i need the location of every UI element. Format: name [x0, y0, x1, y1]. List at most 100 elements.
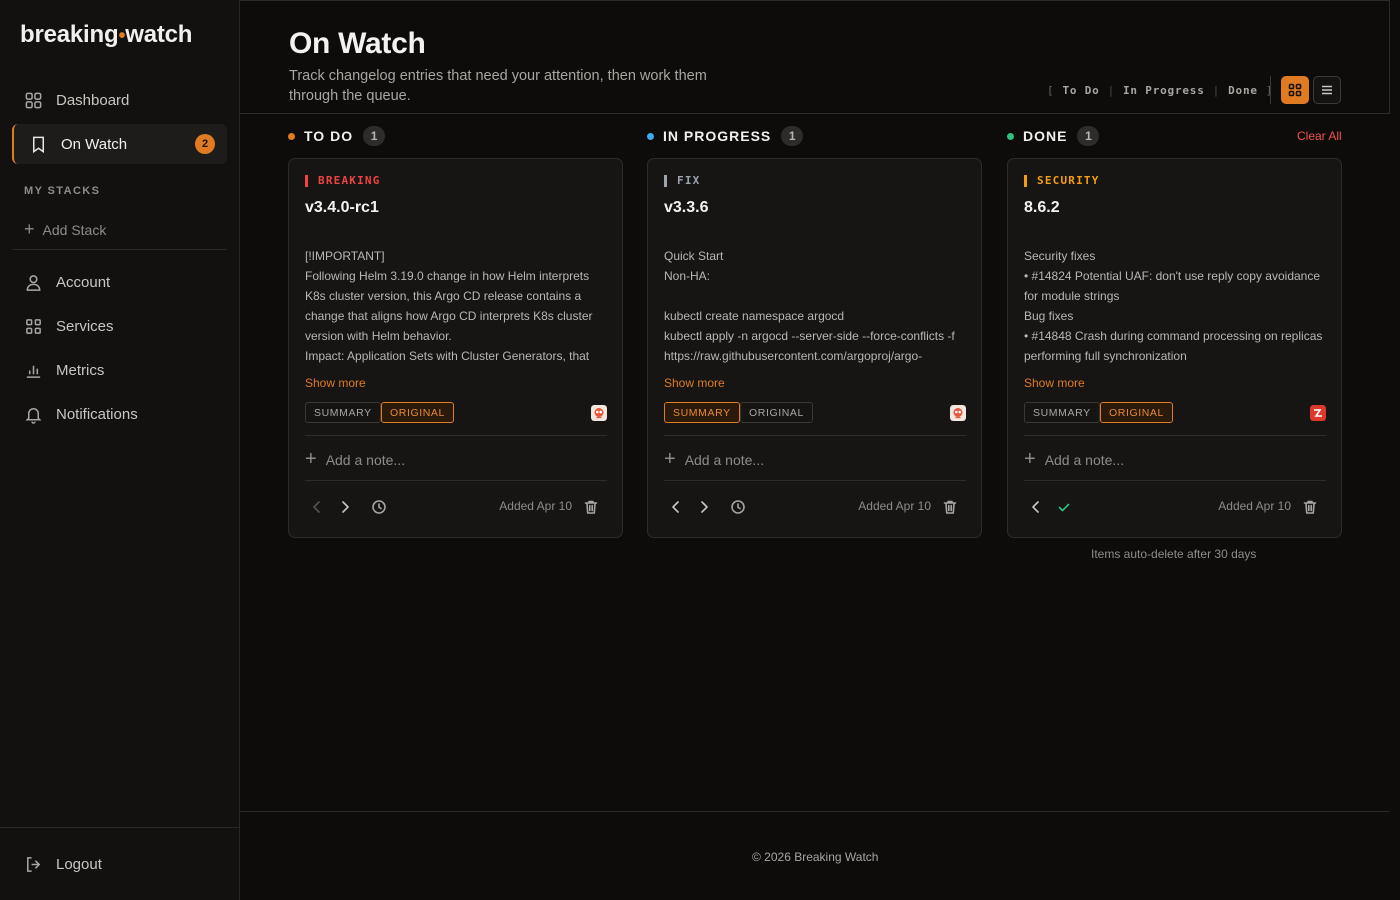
card-divider: [1024, 480, 1326, 481]
trash-icon[interactable]: [942, 499, 958, 515]
sidebar-divider: [12, 249, 227, 250]
column-count: 1: [363, 126, 386, 146]
category-tag: SECURITY: [1024, 175, 1100, 187]
list-view-button[interactable]: [1313, 76, 1341, 104]
release-version: 8.6.2: [1024, 199, 1060, 216]
added-date: Added Apr 10: [499, 499, 572, 513]
check-icon: [1056, 499, 1072, 515]
original-toggle[interactable]: ORIGINAL: [381, 402, 454, 423]
bookmark-icon: [32, 136, 45, 153]
redis-icon: [1310, 405, 1326, 421]
column-header-done: DONE 1: [1007, 126, 1100, 146]
page-description: Track changelog entries that need your a…: [289, 68, 707, 104]
header-divider: [1270, 76, 1271, 104]
grid-view-button[interactable]: [1281, 76, 1309, 104]
add-note-button[interactable]: + Add a note...: [664, 448, 764, 471]
page-title: On Watch: [289, 27, 426, 60]
card-actions: Added Apr 10: [305, 497, 607, 517]
chevron-left-icon[interactable]: [668, 499, 684, 515]
nav-account[interactable]: Account: [12, 262, 227, 302]
add-note-button[interactable]: + Add a note...: [305, 448, 405, 471]
bell-icon: [25, 407, 42, 424]
changelog-text: Security fixes • #14824 Potential UAF: do…: [1024, 249, 1323, 363]
changelog-text: [!IMPORTANT] Following Helm 3.19.0 change…: [305, 249, 593, 363]
summary-toggle[interactable]: SUMMARY: [305, 402, 381, 423]
column-count: 1: [781, 126, 804, 146]
card-divider: [1024, 435, 1326, 436]
argo-icon: [950, 405, 966, 421]
dashboard-icon: [25, 92, 42, 108]
status-dot: [1007, 132, 1014, 140]
release-version: v3.4.0-rc1: [305, 199, 379, 216]
nav-dashboard[interactable]: Dashboard: [12, 80, 227, 120]
watch-card-in-progress: FIX v3.3.6 Quick Start Non-HA: kubectl cre…: [647, 158, 982, 538]
card-actions: Added Apr 10: [1024, 497, 1326, 517]
watch-card-todo: BREAKING v3.4.0-rc1 [!IMPORTANT] Followin…: [288, 158, 623, 538]
chevron-left-icon[interactable]: [1028, 499, 1044, 515]
status-dot: [647, 132, 654, 140]
release-version: v3.3.6: [664, 199, 709, 216]
page-header: On Watch Track changelog entries that ne…: [240, 0, 1390, 114]
column-count: 1: [1077, 126, 1100, 146]
plus-icon: +: [305, 448, 317, 470]
sidebar-bottom-divider: [0, 827, 240, 828]
summary-toggle[interactable]: SUMMARY: [1024, 402, 1100, 423]
changelog-text: Quick Start Non-HA: kubectl create namespa…: [664, 249, 955, 363]
filter-todo[interactable]: To Do: [1062, 84, 1099, 97]
status-filter-bar: [ To Do | In Progress | Done ]: [1047, 84, 1272, 97]
show-more-link[interactable]: Show more: [1024, 376, 1085, 390]
show-more-link[interactable]: Show more: [664, 376, 725, 390]
card-divider: [664, 480, 966, 481]
logout-button[interactable]: Logout: [12, 844, 227, 884]
snooze-clock-icon[interactable]: [730, 499, 746, 515]
argo-icon: [591, 405, 607, 421]
logout-icon: [27, 856, 41, 872]
footer-divider: [240, 811, 1390, 812]
plus-icon: +: [1024, 448, 1036, 470]
show-more-link[interactable]: Show more: [305, 376, 366, 390]
status-dot: [288, 132, 295, 140]
plus-icon: +: [24, 219, 35, 239]
trash-icon[interactable]: [1302, 499, 1318, 515]
add-note-button[interactable]: + Add a note...: [1024, 448, 1124, 471]
clear-all-button[interactable]: Clear All: [1297, 129, 1342, 143]
nav-services[interactable]: Services: [12, 306, 227, 346]
list-view-icon: [1322, 85, 1332, 95]
snooze-clock-icon[interactable]: [371, 499, 387, 515]
column-header-in-progress: IN PROGRESS 1: [647, 126, 804, 146]
watch-card-done: SECURITY 8.6.2 Security fixes • #14824 Po…: [1007, 158, 1342, 538]
category-tag: FIX: [664, 175, 700, 187]
filter-done[interactable]: Done: [1228, 84, 1258, 97]
sidebar: breaking•watch Dashboard On Watch 2 MY S…: [0, 0, 240, 900]
summary-toggle[interactable]: SUMMARY: [664, 402, 740, 423]
card-divider: [305, 435, 607, 436]
card-divider: [305, 480, 607, 481]
chevron-right-icon[interactable]: [337, 499, 353, 515]
chevron-right-icon[interactable]: [696, 499, 712, 515]
original-toggle[interactable]: ORIGINAL: [740, 402, 813, 423]
footer-copyright: © 2026 Breaking Watch: [752, 850, 879, 864]
nav-on-watch[interactable]: On Watch 2: [12, 124, 227, 164]
nav-notifications[interactable]: Notifications: [12, 394, 227, 434]
watch-count-badge: 2: [195, 134, 215, 154]
bar-chart-icon: [26, 365, 41, 378]
nav-label: Dashboard: [56, 91, 130, 109]
add-stack-button[interactable]: + Add Stack: [24, 219, 106, 240]
plus-icon: +: [664, 448, 676, 470]
chevron-left-icon[interactable]: [309, 499, 325, 515]
added-date: Added Apr 10: [1218, 499, 1291, 513]
column-header-todo: TO DO 1: [288, 126, 386, 146]
auto-delete-note: Items auto-delete after 30 days: [1091, 547, 1257, 561]
original-toggle[interactable]: ORIGINAL: [1100, 402, 1173, 423]
app-logo[interactable]: breaking•watch: [20, 21, 192, 49]
added-date: Added Apr 10: [858, 499, 931, 513]
grid-view-icon: [1288, 83, 1302, 97]
category-tag: BREAKING: [305, 175, 381, 187]
card-actions: Added Apr 10: [664, 497, 966, 517]
trash-icon[interactable]: [583, 499, 599, 515]
grid-icon: [26, 318, 41, 334]
filter-in-progress[interactable]: In Progress: [1123, 84, 1205, 97]
card-divider: [664, 435, 966, 436]
nav-metrics[interactable]: Metrics: [12, 350, 227, 390]
user-icon: [26, 274, 41, 291]
